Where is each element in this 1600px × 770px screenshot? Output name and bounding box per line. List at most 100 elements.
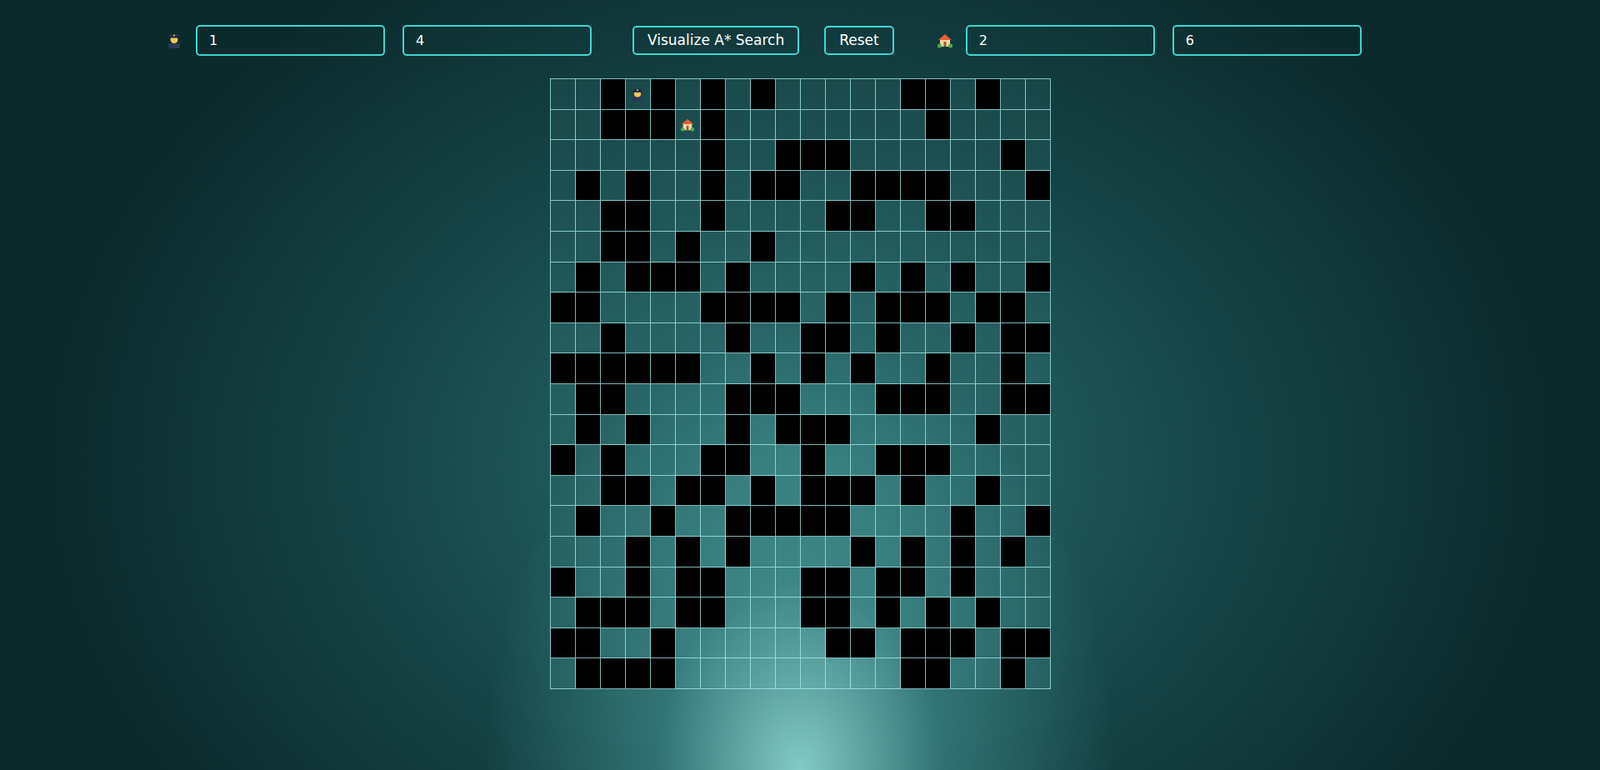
grid-cell[interactable] [975,567,1001,599]
grid-cell[interactable] [750,658,776,690]
grid-cell[interactable] [875,658,901,690]
grid-cell[interactable] [850,110,876,141]
grid-cell[interactable] [700,110,726,141]
grid-cell[interactable] [700,292,726,324]
grid-cell[interactable] [850,200,876,232]
grid-cell[interactable] [850,384,876,415]
grid-cell[interactable] [975,140,1001,171]
grid-cell[interactable] [750,628,776,660]
grid-cell[interactable] [950,567,976,599]
grid-cell[interactable] [700,597,726,629]
grid-cell[interactable] [650,567,676,599]
grid-cell[interactable] [900,292,926,324]
grid-cell[interactable] [700,658,726,690]
grid-cell[interactable] [750,536,776,568]
grid-cell[interactable] [600,658,626,690]
grid-cell[interactable] [825,292,851,324]
grid-cell[interactable] [550,292,576,324]
grid-cell[interactable] [750,567,776,599]
grid-cell[interactable] [825,505,851,537]
grid-cell[interactable] [875,415,901,446]
grid-cell[interactable] [900,353,926,385]
grid[interactable] [550,78,1051,690]
grid-cell[interactable] [975,475,1001,507]
grid-cell[interactable] [650,231,676,263]
grid-cell[interactable] [1025,384,1051,415]
grid-cell[interactable] [550,658,576,690]
grid-cell[interactable] [900,231,926,263]
grid-cell[interactable] [625,292,651,324]
grid-cell[interactable] [675,475,701,507]
grid-cell[interactable] [775,110,801,141]
grid-cell[interactable] [725,170,751,202]
grid-cell[interactable] [600,567,626,599]
grid-cell[interactable] [800,170,826,202]
grid-cell[interactable] [750,475,776,507]
grid-cell[interactable] [975,323,1001,355]
grid-cell[interactable] [600,384,626,415]
grid-cell[interactable] [750,323,776,355]
grid-cell[interactable] [1025,353,1051,385]
grid-cell[interactable] [850,475,876,507]
grid-cell[interactable] [1025,445,1051,476]
grid-cell[interactable] [700,415,726,446]
grid-cell[interactable] [900,567,926,599]
grid-cell[interactable] [925,231,951,263]
grid-cell[interactable] [675,415,701,446]
grid-cell[interactable] [850,658,876,690]
grid-cell[interactable] [900,384,926,415]
grid-cell[interactable] [600,536,626,568]
grid-cell[interactable] [1025,597,1051,629]
grid-cell[interactable] [625,79,651,110]
grid-cell[interactable] [650,262,676,294]
grid-cell[interactable] [950,536,976,568]
grid-cell[interactable] [900,628,926,660]
grid-cell[interactable] [625,262,651,294]
grid-cell[interactable] [625,567,651,599]
grid-cell[interactable] [675,353,701,385]
grid-cell[interactable] [850,292,876,324]
grid-cell[interactable] [550,170,576,202]
grid-cell[interactable] [600,445,626,476]
grid-cell[interactable] [700,353,726,385]
grid-cell[interactable] [1000,536,1026,568]
grid-cell[interactable] [875,200,901,232]
grid-cell[interactable] [975,628,1001,660]
grid-cell[interactable] [1025,536,1051,568]
grid-cell[interactable] [600,505,626,537]
grid-cell[interactable] [875,292,901,324]
grid-cell[interactable] [575,536,601,568]
grid-cell[interactable] [975,353,1001,385]
grid-cell[interactable] [700,231,726,263]
grid-cell[interactable] [900,415,926,446]
grid-cell[interactable] [925,292,951,324]
grid-cell[interactable] [725,110,751,141]
grid-cell[interactable] [675,200,701,232]
grid-cell[interactable] [825,231,851,263]
grid-cell[interactable] [550,140,576,171]
grid-cell[interactable] [1025,505,1051,537]
grid-cell[interactable] [1000,567,1026,599]
grid-cell[interactable] [1000,79,1026,110]
grid-cell[interactable] [675,231,701,263]
grid-cell[interactable] [725,79,751,110]
grid-cell[interactable] [1025,140,1051,171]
grid-cell[interactable] [925,140,951,171]
grid-cell[interactable] [650,415,676,446]
grid-cell[interactable] [800,658,826,690]
grid-cell[interactable] [650,140,676,171]
grid-cell[interactable] [825,445,851,476]
grid-cell[interactable] [800,353,826,385]
grid-cell[interactable] [800,505,826,537]
grid-cell[interactable] [575,353,601,385]
grid-cell[interactable] [975,658,1001,690]
grid-cell[interactable] [575,231,601,263]
grid-cell[interactable] [1025,323,1051,355]
grid-cell[interactable] [775,384,801,415]
grid-cell[interactable] [625,353,651,385]
grid-cell[interactable] [975,231,1001,263]
grid-cell[interactable] [775,658,801,690]
grid-cell[interactable] [725,505,751,537]
grid-cell[interactable] [875,231,901,263]
grid-cell[interactable] [575,262,601,294]
